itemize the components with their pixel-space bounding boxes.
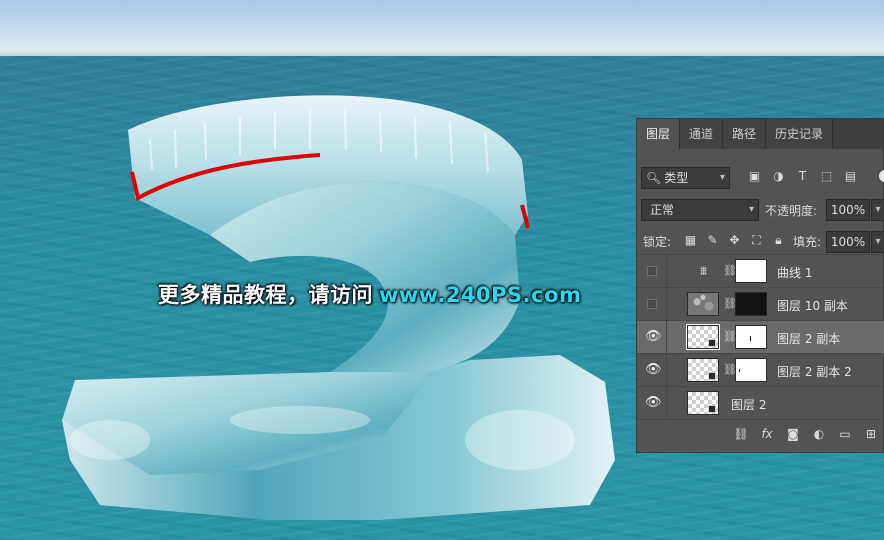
mask-mark: [750, 336, 751, 341]
link-icon[interactable]: ⛓: [723, 363, 737, 377]
link-icon[interactable]: ⛓: [723, 330, 737, 344]
filter-row: 🔍︎ 类型 ▾ ▣ ◑ T ⬚ ▤: [637, 167, 884, 193]
visibility-toggle[interactable]: [637, 255, 667, 287]
blend-row: 正常 ▾ 不透明度: 100% ▾: [637, 199, 884, 225]
visibility-toggle[interactable]: 👁︎: [637, 354, 667, 386]
watermark-text: 更多精品教程，请访问 www.240PS.com: [158, 279, 581, 309]
layer-name[interactable]: 图层 2 副本 2: [777, 363, 852, 380]
blend-mode-select[interactable]: 正常 ▾: [641, 199, 759, 221]
image-filter-icon[interactable]: ▣: [747, 169, 762, 184]
panel-tabs: 图层 通道 路径 历史记录: [637, 119, 883, 149]
new-layer-icon[interactable]: ⊞: [863, 426, 879, 442]
adjustment-layer-icon[interactable]: ◐: [811, 426, 827, 442]
opacity-label: 不透明度:: [765, 204, 818, 218]
blend-mode-value: 正常: [650, 203, 675, 217]
link-layers-icon[interactable]: ⛓: [733, 426, 749, 442]
layers-panel: 图层 通道 路径 历史记录 🔍︎ 类型 ▾ ▣ ◑ T ⬚ ▤ 正常 ▾ 不透明度…: [636, 118, 884, 453]
layer-name[interactable]: 曲线 1: [777, 264, 812, 281]
layer-name[interactable]: 图层 2 副本: [777, 330, 840, 347]
shape-filter-icon[interactable]: ⬚: [819, 169, 834, 184]
layer-thumbnail[interactable]: [687, 391, 719, 415]
eye-icon: 👁︎: [645, 362, 662, 377]
visibility-toggle[interactable]: 👁︎: [637, 321, 667, 353]
curves-adjustment-icon: ⩩: [700, 264, 707, 279]
layer-thumbnail[interactable]: [686, 324, 720, 350]
lock-all-icon[interactable]: 🔒︎: [771, 233, 786, 248]
lock-artboard-icon[interactable]: ⛶: [749, 233, 764, 248]
filter-kind-select[interactable]: 🔍︎ 类型 ▾: [641, 167, 730, 189]
tab-layers[interactable]: 图层: [637, 119, 681, 149]
smart-object-badge-icon: [708, 405, 716, 413]
lock-image-icon[interactable]: ✎: [705, 233, 720, 248]
fill-label: 填充:: [793, 235, 822, 249]
layer-row-layer-2[interactable]: 👁︎ 图层 2: [637, 386, 884, 419]
tab-paths[interactable]: 路径: [723, 119, 767, 149]
filter-kind-label: 类型: [664, 171, 689, 185]
fill-input[interactable]: 100%: [826, 231, 870, 253]
layer-mask-thumbnail[interactable]: [735, 358, 767, 382]
watermark-chinese: 更多精品教程，请访问: [158, 283, 373, 307]
mask-mark: [739, 369, 740, 372]
link-icon[interactable]: ⛓: [723, 264, 737, 278]
new-group-icon[interactable]: ▭: [837, 426, 853, 442]
chevron-down-icon: ▾: [719, 172, 725, 183]
fill-chevron-icon[interactable]: ▾: [871, 231, 884, 253]
eye-icon: 👁︎: [645, 329, 662, 344]
lock-position-icon[interactable]: ✥: [727, 233, 742, 248]
lock-icons: ▦ ✎ ✥ ⛶ 🔒︎: [683, 233, 786, 248]
opacity-chevron-icon[interactable]: ▾: [871, 199, 884, 221]
adjustment-filter-icon[interactable]: ◑: [771, 169, 786, 184]
lock-pixels-icon[interactable]: ▦: [683, 233, 698, 248]
visibility-toggle[interactable]: 👁︎: [637, 387, 667, 419]
layer-mask-thumbnail[interactable]: [735, 325, 767, 349]
layer-row-layer-2-copy-2[interactable]: 👁︎ ⛓ 图层 2 副本 2: [637, 353, 884, 386]
layer-row-layer-10-copy[interactable]: ⛓ 图层 10 副本: [637, 287, 884, 320]
search-icon: 🔍︎: [646, 171, 662, 185]
lock-label: 锁定:: [643, 235, 672, 249]
smart-object-badge-icon: [708, 339, 716, 347]
opacity-input[interactable]: 100%: [826, 199, 870, 221]
layer-name[interactable]: 图层 10 副本: [777, 297, 848, 314]
filter-toggle-icon[interactable]: [879, 170, 884, 182]
tab-channels[interactable]: 通道: [680, 119, 724, 149]
watermark-url: www.240PS.com: [379, 283, 582, 307]
link-icon[interactable]: ⛓: [723, 297, 737, 311]
lock-row: 锁定: ▦ ✎ ✥ ⛶ 🔒︎ 填充: 100% ▾: [637, 231, 884, 253]
layer-list: ⩩ ⛓ 曲线 1 ⛓ 图层 10 副本 👁︎ ⛓ 图层 2 副本 👁︎ ⛓ 图层…: [637, 254, 884, 419]
tab-history[interactable]: 历史记录: [766, 119, 834, 149]
visibility-toggle[interactable]: [637, 288, 667, 320]
add-mask-icon[interactable]: ◙: [785, 426, 801, 442]
visibility-off-icon: [647, 266, 657, 276]
layer-thumbnail[interactable]: [687, 358, 719, 382]
chevron-down-icon: ▾: [748, 204, 754, 215]
panel-footer: ⛓ fx ◙ ◐ ▭ ⊞: [637, 419, 884, 449]
smart-object-filter-icon[interactable]: ▤: [843, 169, 858, 184]
eye-icon: 👁︎: [645, 395, 662, 410]
layer-thumbnail[interactable]: [687, 292, 719, 316]
layer-mask-thumbnail[interactable]: [735, 259, 767, 283]
layer-row-curves-1[interactable]: ⩩ ⛓ 曲线 1: [637, 254, 884, 287]
footer-icons: ⛓ fx ◙ ◐ ▭ ⊞: [733, 426, 879, 442]
layer-mask-thumbnail[interactable]: [735, 292, 767, 316]
type-filter-icon[interactable]: T: [795, 169, 810, 184]
fx-icon[interactable]: fx: [759, 426, 775, 442]
smart-object-badge-icon: [708, 372, 716, 380]
filter-icons: ▣ ◑ T ⬚ ▤: [747, 169, 858, 184]
visibility-off-icon: [647, 299, 657, 309]
layer-name[interactable]: 图层 2: [731, 396, 766, 413]
layer-row-layer-2-copy[interactable]: 👁︎ ⛓ 图层 2 副本: [637, 320, 884, 353]
